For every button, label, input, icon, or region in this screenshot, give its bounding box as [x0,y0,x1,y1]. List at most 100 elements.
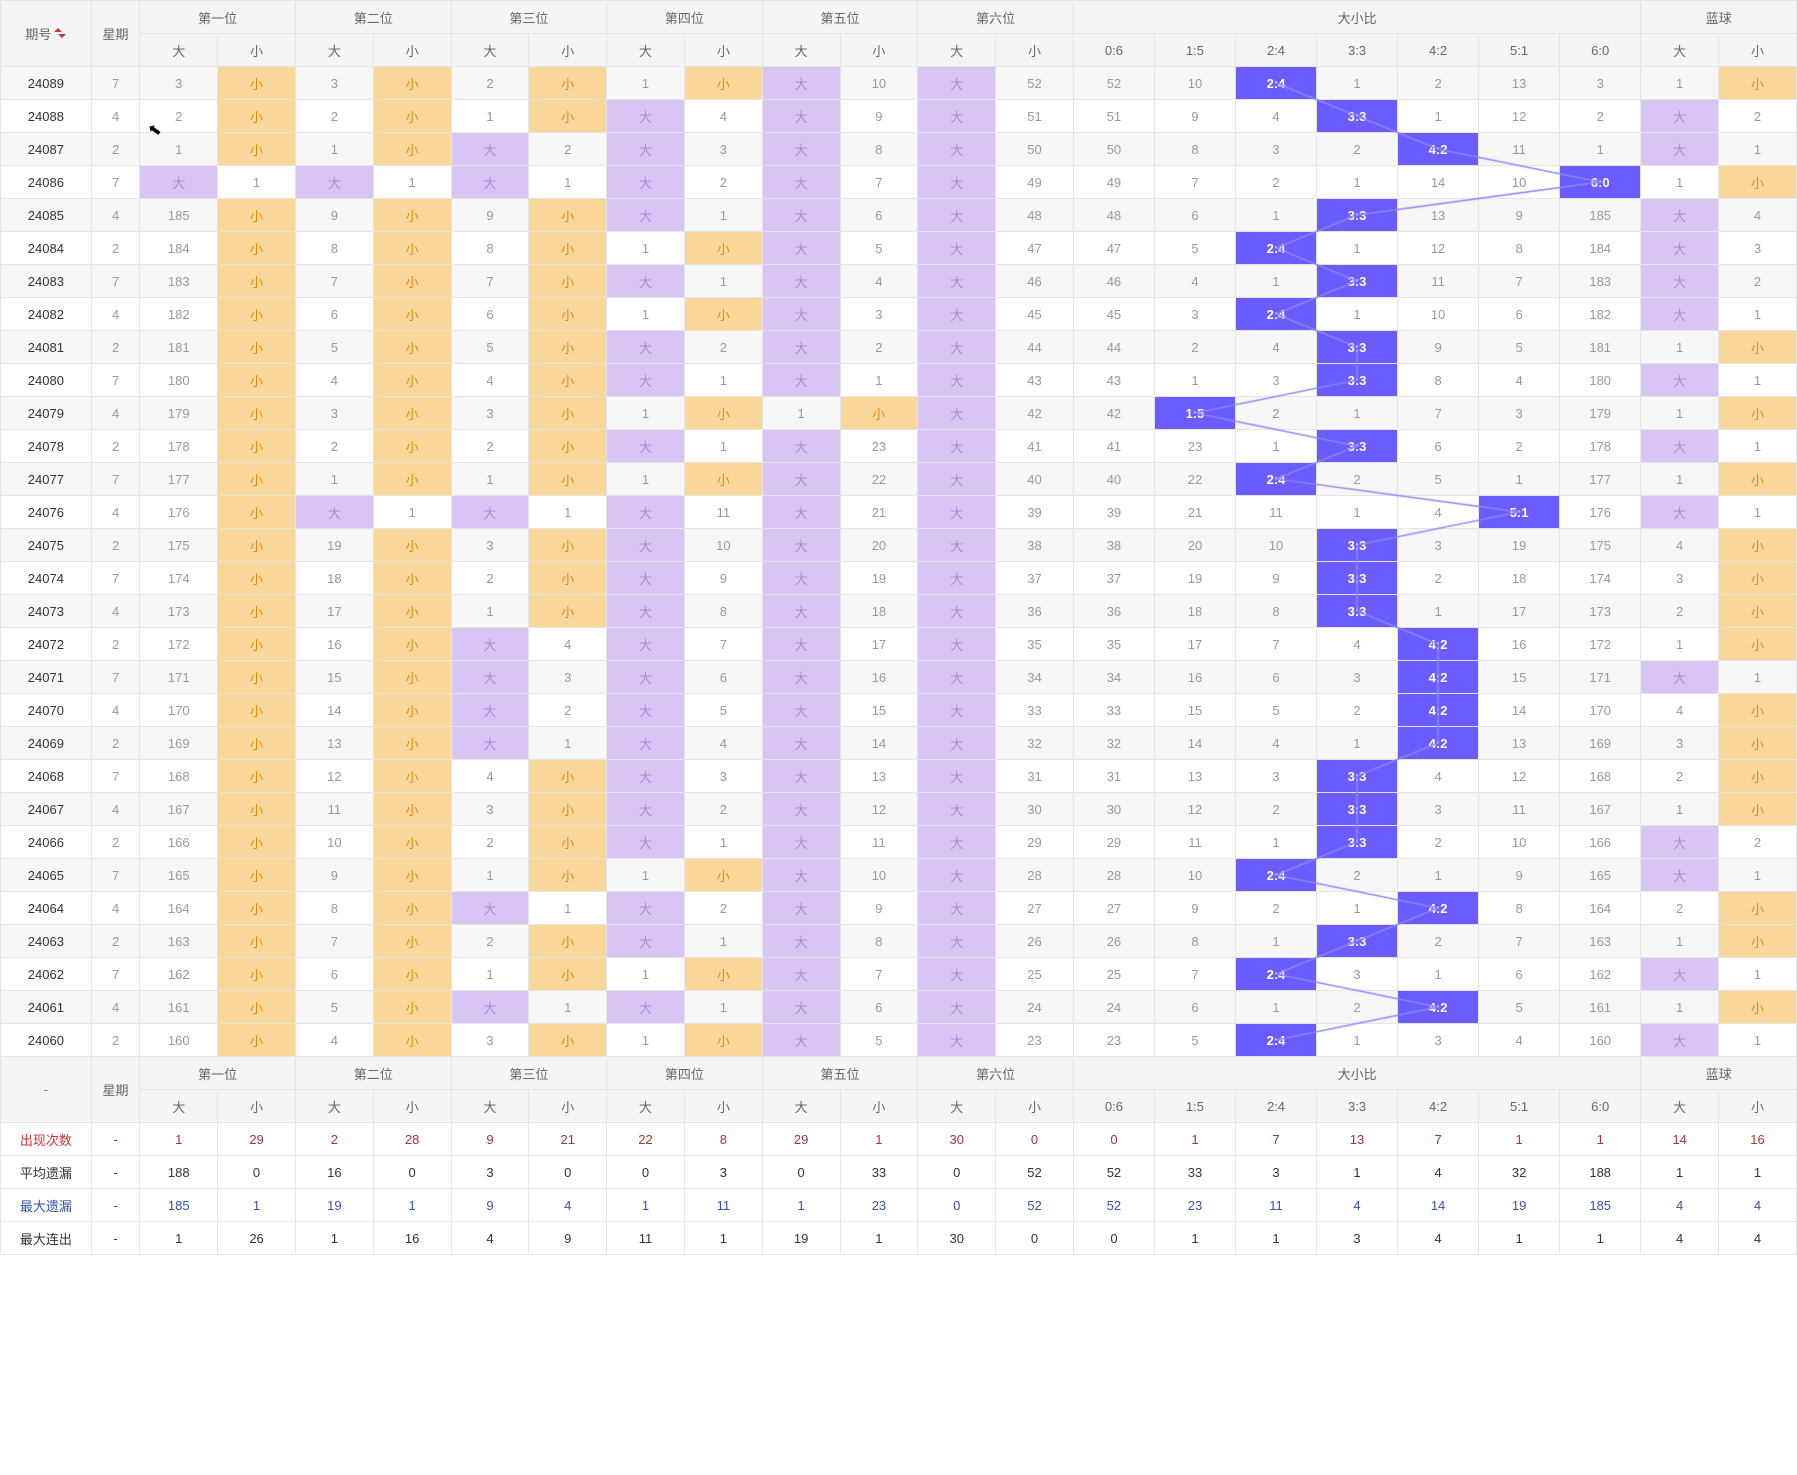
cell-pos: 小 [684,298,762,331]
cell-ratio: 11 [1398,265,1479,298]
cell-pos: 小 [529,958,607,991]
cell-pos: 4 [295,1024,373,1057]
cell-pos: 3 [140,67,218,100]
cell-pos: 39 [996,496,1074,529]
stat-cell: 4 [451,1222,529,1255]
table-row: 240614161小5小大1大1大6大24246124:251611小 [1,991,1797,1024]
cell-pos: 4 [684,727,762,760]
cell-ratio: 2 [1317,133,1398,166]
cell-ratio: 4 [1479,1024,1560,1057]
cell-blue: 1 [1719,133,1797,166]
cell-issue: 24087 [1,133,92,166]
stat-cell: 19 [762,1222,840,1255]
cell-ratio: 2:4 [1235,463,1316,496]
cell-ratio: 3:3 [1317,760,1398,793]
cell-pos: 小 [684,397,762,430]
cell-pos: 1 [218,166,296,199]
cell-pos: 大 [607,793,685,826]
cell-pos: 小 [373,397,451,430]
sort-icon[interactable] [51,27,66,42]
stat-label: 出现次数 [1,1123,92,1156]
stat-cell: 4 [1641,1222,1719,1255]
col-issue[interactable]: 期号 [1,1,92,67]
cell-issue: 24081 [1,331,92,364]
cell-ratio: 5 [1398,463,1479,496]
cell-pos: 大 [918,529,996,562]
cell-pos: 1 [684,826,762,859]
cell-pos: 1 [684,265,762,298]
cell-week: 2 [91,232,140,265]
cell-ratio: 2:4 [1235,859,1316,892]
cell-ratio: 9 [1479,859,1560,892]
stat-cell: 16 [295,1156,373,1189]
cell-pos: 大 [918,991,996,1024]
cell-ratio: 22 [1154,463,1235,496]
cell-ratio: 162 [1560,958,1641,991]
cell-pos: 小 [529,232,607,265]
table-row: 240662166小10小2小大1大11大29291113:3210166大2 [1,826,1797,859]
cell-issue: 24061 [1,991,92,1024]
cell-pos: 17 [295,595,373,628]
table-row: 240807180小4小4小大1大1大4343133:384180大1 [1,364,1797,397]
cell-pos: 大 [762,100,840,133]
cell-ratio: 171 [1560,661,1641,694]
cell-ratio: 7 [1479,925,1560,958]
cell-pos: 小 [218,364,296,397]
cell-pos: 5 [840,1024,918,1057]
cell-ratio: 5 [1154,232,1235,265]
table-row: 240812181小5小5小大2大2大4444243:3951811小 [1,331,1797,364]
cell-blue: 1 [1641,925,1719,958]
table-row: 240777177小1小1小1小大22大4040222:42511771小 [1,463,1797,496]
cell-pos: 小 [218,331,296,364]
stat-cell: 0 [373,1156,451,1189]
cell-pos: 大 [918,166,996,199]
stat-cell: 0 [1073,1123,1154,1156]
cell-pos: 小 [218,529,296,562]
cell-pos: 7 [295,925,373,958]
cell-ratio: 2 [1235,892,1316,925]
cell-pos: 大 [762,595,840,628]
cell-week: 7 [91,661,140,694]
cell-issue: 24078 [1,430,92,463]
cell-pos: 1 [684,430,762,463]
stat-row: 最大遗漏-1851191941111230525223114141918544 [1,1189,1797,1222]
cell-pos: 1 [684,991,762,1024]
cell-pos: 2 [684,892,762,925]
cell-ratio: 7 [1154,958,1235,991]
cell-pos: 8 [840,925,918,958]
cell-pos: 17 [840,628,918,661]
cell-ratio: 4:2 [1398,628,1479,661]
cell-pos: 36 [996,595,1074,628]
cell-pos: 小 [529,67,607,100]
cell-pos: 167 [140,793,218,826]
cell-ratio: 1 [1317,496,1398,529]
cell-ratio: 3:3 [1317,562,1398,595]
sub-big: 大 [295,34,373,67]
table-row: 2408842小2小1小大4大9大5151943:31122大2 [1,100,1797,133]
stat-cell: 1 [1154,1222,1235,1255]
cell-pos: 大 [607,265,685,298]
cell-ratio: 8 [1398,364,1479,397]
stat-cell: 26 [218,1222,296,1255]
cell-pos: 小 [529,925,607,958]
cell-pos: 小 [529,529,607,562]
stat-cell: 4 [529,1189,607,1222]
cell-pos: 8 [684,595,762,628]
cell-pos: 1 [295,463,373,496]
cell-ratio: 14 [1154,727,1235,760]
cell-pos: 1 [607,859,685,892]
cell-blue: 4 [1641,694,1719,727]
cell-ratio: 16 [1479,628,1560,661]
cell-ratio: 11 [1235,496,1316,529]
cell-issue: 24080 [1,364,92,397]
cell-pos: 1 [607,232,685,265]
cell-ratio: 3:3 [1317,925,1398,958]
cell-ratio: 9 [1235,562,1316,595]
cell-pos: 15 [840,694,918,727]
cell-pos: 1 [762,397,840,430]
cell-pos: 大 [607,430,685,463]
cell-ratio: 2 [1154,331,1235,364]
cell-pos: 小 [373,661,451,694]
cell-ratio: 1 [1317,232,1398,265]
table-body: 2408973小3小2小1小大10大5252102:4121331小240884… [1,67,1797,1057]
